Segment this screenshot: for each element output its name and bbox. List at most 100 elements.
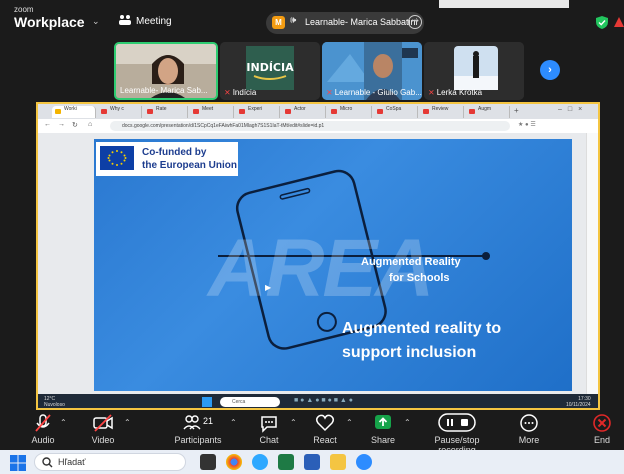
extensions-icons[interactable]: ★ ● ☰ — [518, 121, 536, 128]
meeting-icon — [119, 15, 131, 25]
browser-tab[interactable]: Worki — [52, 106, 96, 118]
participant-tile[interactable]: Learnable- Marica Sab... — [114, 42, 218, 100]
search-icon — [42, 457, 53, 468]
participants-label: Participants — [174, 435, 222, 445]
inner-app-icons[interactable]: ■ ● ▲ ● ■ ● ■ ▲ ● — [294, 397, 353, 404]
pause-stop-icon — [438, 413, 476, 432]
slides-favicon-icon — [55, 109, 61, 114]
chrome-icon[interactable] — [226, 454, 242, 470]
video-off-icon — [93, 414, 113, 432]
chat-button[interactable]: Chat — [254, 412, 284, 445]
end-meeting-icon — [593, 414, 611, 432]
browser-tab[interactable]: Actor — [282, 106, 326, 118]
security-shield-icon[interactable] — [596, 16, 608, 29]
participants-icon: 21 — [183, 415, 213, 430]
participant-tile[interactable]: ⨯ Lerka Krotka — [424, 42, 524, 100]
participant-name: ⨯ Learnable - Giulio Gab... — [326, 88, 422, 97]
participant-name: Learnable- Marica Sab... — [120, 86, 208, 95]
slide-tagline-line2: for Schools — [389, 272, 450, 284]
windows-search-placeholder: Hľadať — [58, 457, 86, 467]
more-options-icon[interactable]: ••• — [408, 15, 422, 29]
youtube-favicon-icon — [469, 109, 475, 114]
youtube-favicon-icon — [147, 109, 153, 114]
audio-options-caret[interactable]: ⌃ — [60, 418, 67, 427]
end-label: End — [593, 435, 610, 445]
zoom-brand-workplace[interactable]: Workplace — [14, 14, 85, 30]
screen: zoom Workplace ⌄ Meeting M 🕪 Learnable- … — [0, 0, 624, 474]
url-field[interactable]: docs.google.com/presentation/d/1SCpCq1eF… — [110, 121, 510, 131]
eu-text-line1: Co-funded by — [142, 147, 207, 158]
meeting-label[interactable]: Meeting — [136, 16, 172, 27]
word-icon[interactable] — [304, 454, 320, 470]
youtube-favicon-icon — [193, 109, 199, 114]
chat-icon — [261, 416, 277, 433]
browser-tab[interactable]: Meet — [190, 106, 234, 118]
inner-search-box[interactable]: Cerca — [220, 397, 280, 407]
slides-side-panel — [586, 133, 598, 394]
more-icon — [520, 414, 538, 432]
inner-weather: 12°C Nuvoloso — [44, 396, 65, 408]
top-edge-strip — [439, 0, 569, 8]
inner-date: 10/11/2024 — [566, 402, 591, 408]
home-icon[interactable]: ⌂ — [88, 121, 92, 128]
forward-icon[interactable]: → — [58, 121, 65, 128]
speaker-volume-icon: 🕪 — [290, 15, 297, 26]
more-button[interactable]: More — [514, 412, 544, 445]
video-button[interactable]: Video — [88, 412, 118, 445]
participants-count: 21 — [203, 416, 213, 426]
file-explorer-icon[interactable] — [330, 454, 346, 470]
windows-search-box[interactable] — [34, 453, 186, 471]
slide-headline-line1: Augmented reality to — [342, 320, 502, 337]
indicia-logo-text: INDÍCIA — [246, 61, 294, 74]
participants-button[interactable]: 21 Participants — [172, 412, 224, 445]
new-tab-icon[interactable]: + — [514, 106, 519, 115]
back-icon[interactable]: ← — [44, 121, 51, 128]
zoom-brand-small: zoom — [14, 5, 34, 14]
youtube-favicon-icon — [101, 109, 107, 114]
window-controls[interactable]: –□× — [558, 106, 588, 113]
participant-name: ⨯ Lerka Krotka — [428, 88, 483, 97]
participants-options-caret[interactable]: ⌃ — [230, 418, 237, 427]
shared-screen[interactable]: Worki Why c Rate Meet Experi Actor Micro… — [36, 102, 600, 410]
browser-tab[interactable]: Micro — [328, 106, 372, 118]
participant-tile[interactable]: INDÍCIA ⨯ Indícia — [220, 42, 320, 100]
next-participants-button[interactable]: › — [540, 60, 560, 80]
edge-icon[interactable] — [252, 454, 268, 470]
windows-start-icon[interactable] — [10, 455, 26, 471]
task-view-icon[interactable] — [200, 454, 216, 470]
slide-tagline-line1: Augmented Reality — [361, 256, 461, 268]
browser-tab[interactable]: CoSpa — [374, 106, 418, 118]
browser-tab[interactable]: Why c — [98, 106, 142, 118]
share-label: Share — [370, 435, 396, 445]
audio-button[interactable]: Audio — [26, 412, 60, 445]
youtube-favicon-icon — [331, 109, 337, 114]
weather-desc: Nuvoloso — [44, 402, 65, 408]
share-options-caret[interactable]: ⌃ — [404, 418, 411, 427]
react-button[interactable]: React — [310, 412, 340, 445]
microphone-muted-icon — [35, 414, 51, 432]
slide-headline-line2: support inclusion — [342, 344, 477, 361]
chevron-down-icon[interactable]: ⌄ — [92, 16, 100, 27]
share-button[interactable]: Share — [368, 412, 398, 445]
react-options-caret[interactable]: ⌃ — [346, 418, 353, 427]
video-options-caret[interactable]: ⌃ — [124, 418, 131, 427]
end-button[interactable]: End — [588, 412, 616, 445]
reload-icon[interactable]: ↻ — [72, 121, 78, 129]
eu-flag-icon — [100, 146, 134, 170]
excel-icon[interactable] — [278, 454, 294, 470]
warning-icon[interactable] — [614, 17, 624, 27]
chat-options-caret[interactable]: ⌃ — [290, 418, 297, 427]
browser-tab[interactable]: Review — [420, 106, 464, 118]
heart-icon — [315, 414, 335, 432]
inner-start-icon[interactable] — [202, 397, 212, 407]
react-label: React — [313, 435, 337, 445]
participant-tile[interactable]: ⨯ Learnable - Giulio Gab... — [322, 42, 422, 100]
area-logo-text: AREA — [208, 223, 434, 314]
zoom-app-icon[interactable] — [356, 454, 372, 470]
browser-tab[interactable]: Rate — [144, 106, 188, 118]
youtube-favicon-icon — [423, 109, 429, 114]
browser-tab[interactable]: Experi — [236, 106, 280, 118]
pause-stop-recording-button[interactable]: Pause/stop recording — [418, 412, 496, 455]
youtube-favicon-icon — [239, 109, 245, 114]
browser-tab[interactable]: Augm — [466, 106, 510, 118]
